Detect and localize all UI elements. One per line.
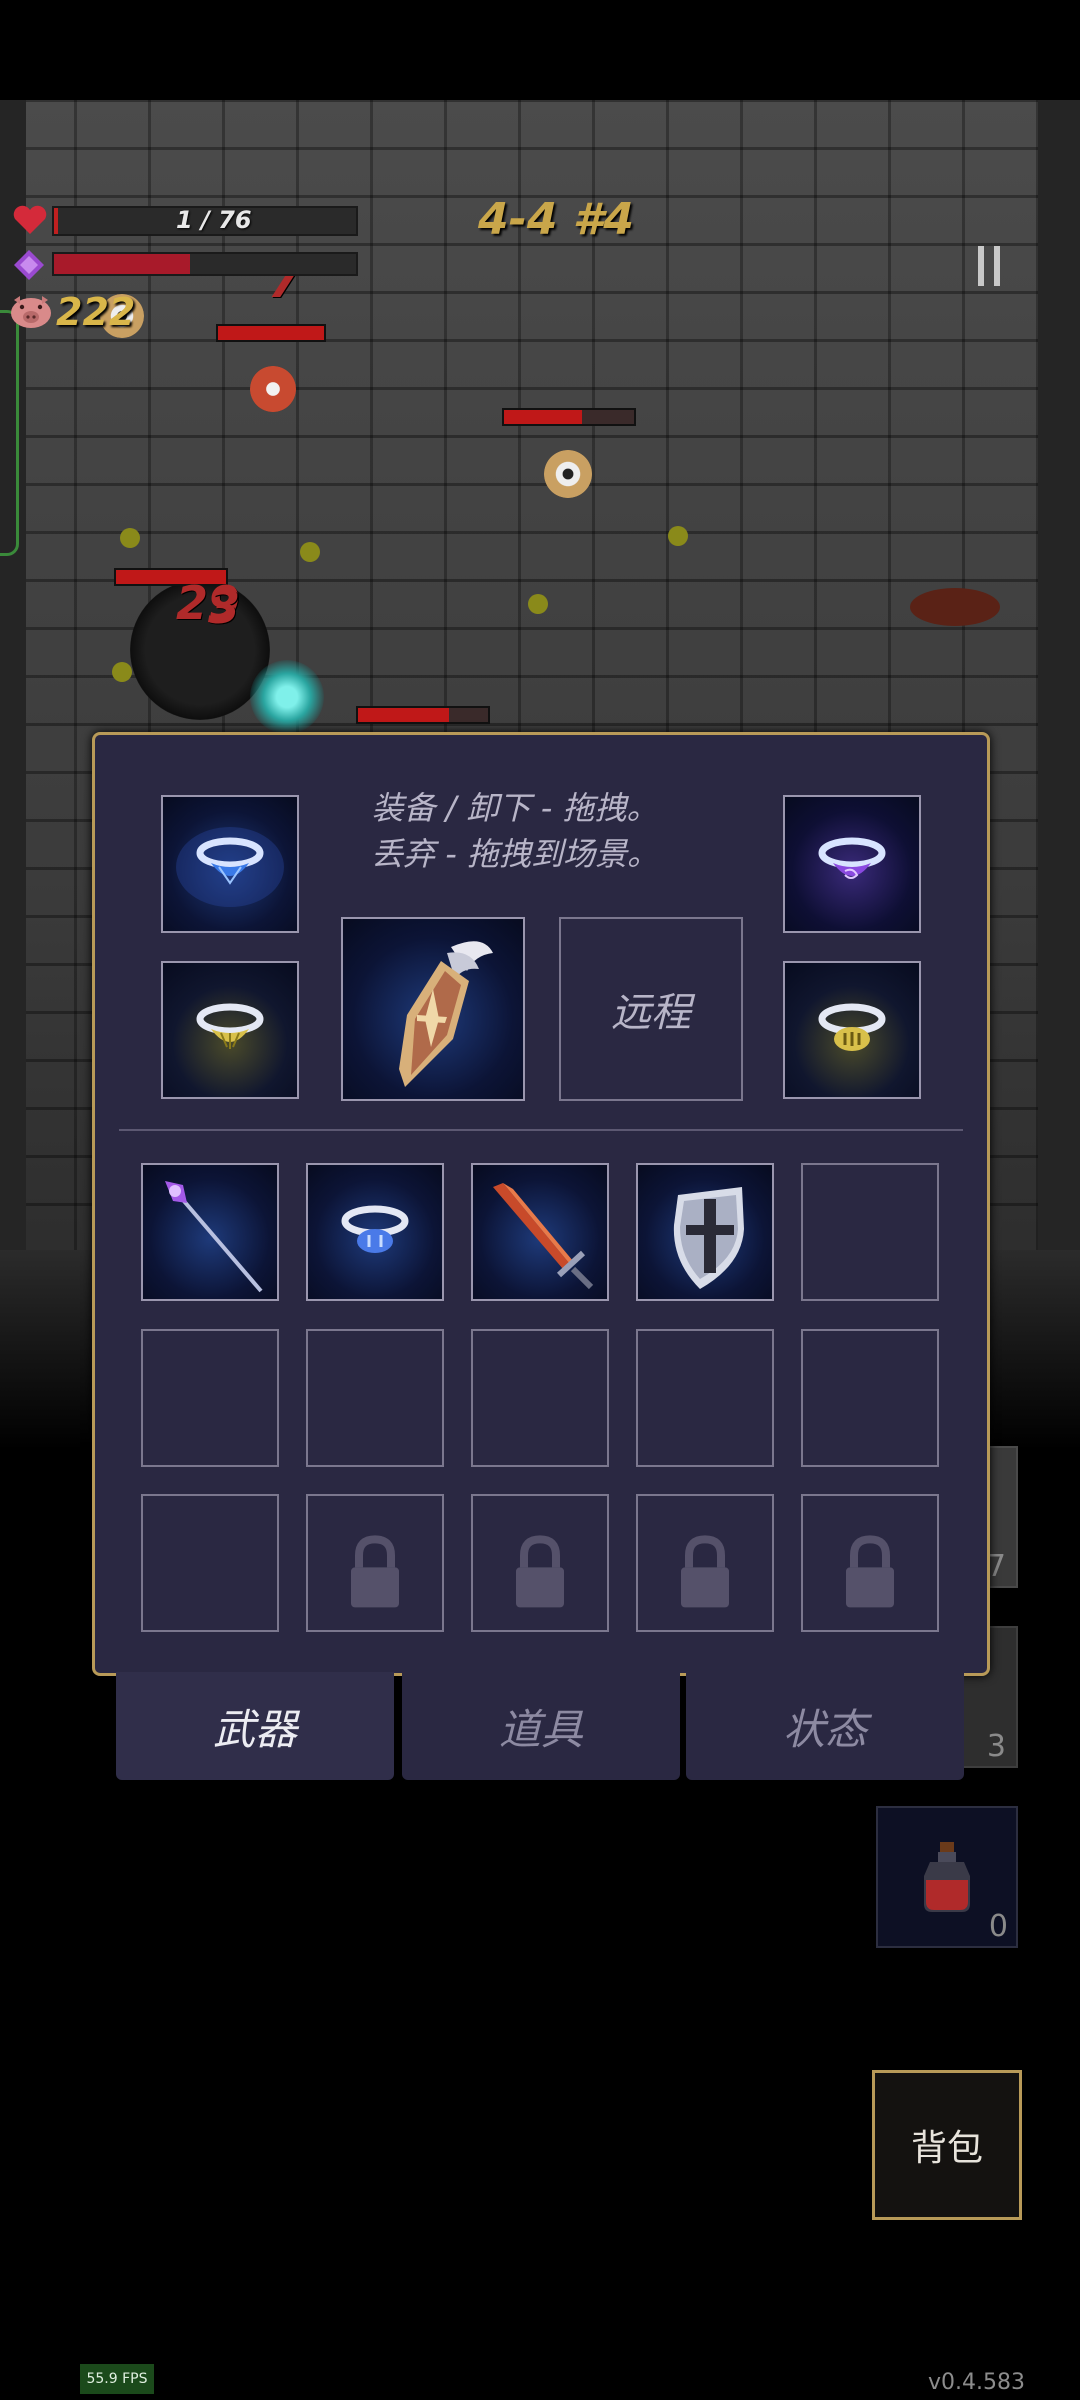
equipped-ring-slot-1[interactable]	[161, 795, 299, 933]
tab-weapons[interactable]: 武器	[116, 1672, 394, 1780]
backpack-button[interactable]: 背包	[872, 2070, 1022, 2220]
winged-shield-icon	[399, 941, 493, 1087]
inventory-slot-empty[interactable]	[141, 1329, 279, 1467]
equipped-ring-slot-3[interactable]	[161, 961, 299, 1099]
inventory-slot-empty[interactable]	[801, 1163, 939, 1301]
hint-line-discard: 丢弃 - 拖拽到场景。	[371, 835, 659, 873]
player-character[interactable]	[250, 660, 324, 734]
lock-icon	[846, 1535, 894, 1608]
inventory-slot-empty[interactable]	[801, 1329, 939, 1467]
lock-icon	[681, 1535, 729, 1608]
fish-enemy[interactable]	[910, 588, 1000, 626]
hp-text: 1 / 76	[176, 206, 252, 234]
coin[interactable]	[120, 528, 140, 548]
red-potion-icon	[924, 1842, 970, 1912]
inventory-slot-locked[interactable]	[471, 1494, 609, 1632]
coin[interactable]	[112, 662, 132, 682]
pig-icon	[11, 296, 51, 328]
mana-bar	[52, 252, 358, 276]
inventory-hint: 装备 / 卸下 - 拖拽。 丢弃 - 拖拽到场景。	[355, 785, 675, 877]
potion-slot[interactable]: 0	[876, 1806, 1018, 1948]
hint-line-equip: 装备 / 卸下 - 拖拽。	[371, 789, 659, 827]
enemy-health-bar	[502, 408, 636, 426]
tab-items[interactable]: 道具	[402, 1672, 680, 1780]
inventory-slot-empty[interactable]	[306, 1329, 444, 1467]
lock-icon	[351, 1535, 399, 1608]
inventory-slot-empty[interactable]	[141, 1494, 279, 1632]
right-wall	[1038, 100, 1080, 1350]
pause-icon	[978, 246, 1000, 286]
purple-staff-icon	[165, 1181, 263, 1293]
inventory-slot-locked[interactable]	[801, 1494, 939, 1632]
inventory-slot-empty[interactable]	[471, 1329, 609, 1467]
quick-slot-count: 3	[986, 1729, 1006, 1764]
left-wall	[0, 100, 26, 1350]
equipped-armor-slot[interactable]	[341, 917, 525, 1101]
coin[interactable]	[668, 526, 688, 546]
coin[interactable]	[300, 542, 320, 562]
inventory-slot-empty[interactable]	[636, 1329, 774, 1467]
gold-striped-ring-icon	[818, 1003, 886, 1051]
ranged-slot-label: 远程	[611, 990, 691, 1036]
ranged-weapon-slot[interactable]: 远程	[559, 917, 743, 1101]
inventory-slot-locked[interactable]	[636, 1494, 774, 1632]
inventory-slot[interactable]	[141, 1163, 279, 1301]
pause-button[interactable]	[968, 240, 1012, 292]
inventory-slot[interactable]	[471, 1163, 609, 1301]
fps-counter: 55.9 FPS	[80, 2364, 154, 2394]
gold-gem-ring-icon	[196, 1003, 264, 1049]
inventory-slot[interactable]	[306, 1163, 444, 1301]
equipped-ring-slot-2[interactable]	[783, 795, 921, 933]
inventory-slot-locked[interactable]	[306, 1494, 444, 1632]
eye-enemy[interactable]	[544, 450, 592, 498]
level-indicator: 4-4 #4	[478, 194, 635, 245]
coin[interactable]	[528, 594, 548, 614]
damage-number: 3	[208, 580, 241, 634]
inventory-slot[interactable]	[636, 1163, 774, 1301]
equipped-ring-slot-4[interactable]	[783, 961, 921, 1099]
blue-gem-ring-icon	[176, 827, 284, 907]
panel-divider	[119, 1129, 963, 1131]
gold-counter: 222	[56, 290, 136, 334]
purple-gem-ring-icon	[818, 837, 886, 879]
spider-enemy[interactable]	[250, 366, 296, 412]
enemy-health-bar	[216, 324, 326, 342]
tab-status[interactable]: 状态	[686, 1672, 964, 1780]
mana-gem-icon	[14, 250, 44, 280]
cross-shield-icon	[673, 1187, 744, 1289]
lock-icon	[516, 1535, 564, 1608]
inventory-panel: 装备 / 卸下 - 拖拽。 丢弃 - 拖拽到场景。 远程	[92, 732, 990, 1676]
heart-icon	[13, 205, 47, 234]
enemy-health-bar	[356, 706, 490, 724]
red-sword-icon	[493, 1183, 594, 1290]
exit-door[interactable]	[0, 310, 19, 556]
potion-count: 0	[988, 1909, 1008, 1944]
version-label: v0.4.583	[928, 2370, 1025, 2395]
blue-striped-ring-icon	[341, 1205, 409, 1253]
